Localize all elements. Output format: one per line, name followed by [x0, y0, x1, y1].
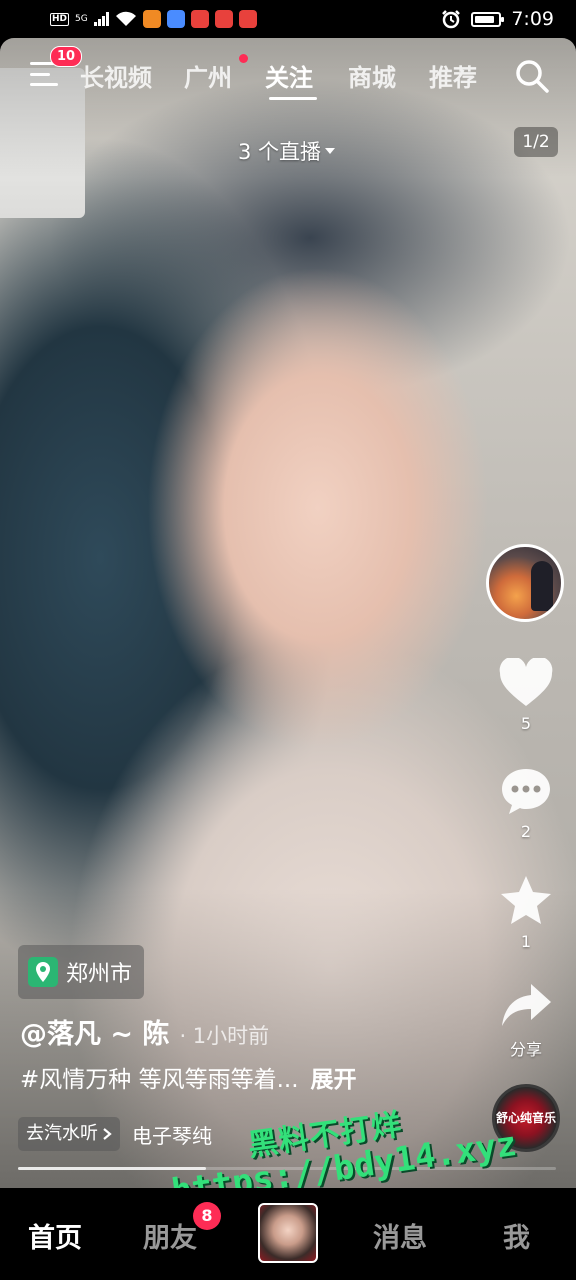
- tab-home[interactable]: 首页: [28, 1216, 82, 1255]
- app-notification-icon: [142, 10, 161, 28]
- live-selector[interactable]: 3 个直播: [238, 136, 336, 166]
- clock: 7:09: [511, 8, 554, 30]
- app-notification-icon: [238, 10, 257, 28]
- author-name[interactable]: @落凡 ~ 陈: [20, 1012, 169, 1051]
- create-post-button[interactable]: [258, 1203, 318, 1263]
- tab-following[interactable]: 关注: [265, 58, 313, 93]
- status-left: HD 5G: [50, 10, 257, 28]
- music-disc-label: 舒心纯音乐: [495, 1111, 556, 1125]
- caption-text[interactable]: #风情万种 等风等雨等着...: [20, 1067, 299, 1093]
- tab-messages[interactable]: 消息: [373, 1216, 427, 1255]
- bottom-tab-bar: 首页 朋友 8 消息 我: [0, 1188, 576, 1280]
- top-nav: 10 长视频 广州 关注 商城 推荐: [0, 38, 576, 118]
- caret-down-icon: [325, 148, 336, 154]
- location-tag[interactable]: 郑州市: [18, 945, 145, 999]
- battery-icon: [471, 11, 505, 27]
- app-notification-icon: [190, 10, 209, 28]
- comment-icon: [502, 769, 550, 814]
- page-indicator: 1/2: [514, 127, 558, 157]
- share-button[interactable]: 分享: [476, 982, 576, 1060]
- favorite-count: 1: [520, 932, 532, 951]
- like-count: 5: [520, 714, 532, 733]
- tab-mall[interactable]: 商城: [348, 58, 396, 93]
- tab-friends[interactable]: 朋友: [143, 1216, 197, 1255]
- active-tab-indicator: [269, 97, 317, 100]
- action-rail: 5 2 1 分享: [476, 540, 576, 1060]
- signal-icon: [93, 12, 109, 26]
- author-line: @落凡 ~ 陈 · 1小时前: [20, 1012, 269, 1051]
- network-type: 5G: [75, 13, 88, 24]
- battery-level: [475, 15, 495, 23]
- go-listen-button[interactable]: 去汽水听: [18, 1117, 120, 1151]
- expand-button[interactable]: 展开: [311, 1067, 357, 1093]
- comment-button[interactable]: 2: [476, 766, 576, 841]
- go-listen-label: 去汽水听: [26, 1123, 98, 1144]
- menu-icon[interactable]: [30, 62, 58, 86]
- tab-long-video[interactable]: 长视频: [80, 58, 152, 93]
- heart-icon: [499, 656, 553, 706]
- caption: #风情万种 等风等雨等着... 展开: [20, 1060, 357, 1094]
- tab-notification-dot: [239, 54, 248, 63]
- location-pin-icon: [28, 957, 58, 987]
- location-label: 郑州市: [66, 962, 133, 987]
- tab-me[interactable]: 我: [503, 1216, 530, 1255]
- video-progress-fill: [18, 1167, 207, 1170]
- star-icon: [501, 876, 551, 924]
- app-notification-icon: [166, 10, 185, 28]
- like-button[interactable]: 5: [476, 656, 576, 733]
- tab-guangzhou[interactable]: 广州: [184, 58, 232, 93]
- status-right: 7:09: [441, 8, 554, 30]
- share-label: 分享: [509, 1040, 542, 1059]
- alarm-icon: [442, 10, 461, 29]
- search-icon[interactable]: [514, 58, 550, 94]
- app-notification-icon: [214, 10, 233, 28]
- chevron-right-icon: [103, 1128, 112, 1140]
- author-avatar[interactable]: [486, 544, 564, 622]
- status-bar: HD 5G 7:09: [0, 0, 576, 38]
- friends-badge: 8: [193, 1202, 221, 1230]
- post-time: · 1小时前: [179, 1024, 270, 1048]
- favorite-button[interactable]: 1: [476, 874, 576, 951]
- tab-recommend[interactable]: 推荐: [429, 58, 477, 93]
- share-icon: [502, 984, 551, 1026]
- menu-badge: 10: [50, 46, 83, 67]
- live-label: 3 个直播: [238, 140, 322, 164]
- hd-badge: HD: [50, 12, 70, 26]
- wifi-icon: [115, 11, 136, 26]
- comment-count: 2: [520, 822, 532, 841]
